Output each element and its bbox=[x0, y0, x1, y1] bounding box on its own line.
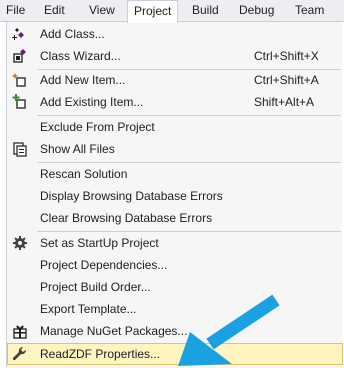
menu-item-label: Display Browsing Database Errors bbox=[40, 189, 223, 203]
annotation-arrow bbox=[178, 294, 280, 366]
menu-view[interactable]: View bbox=[83, 0, 121, 22]
add-class-icon bbox=[12, 28, 24, 40]
menu-item-label: Class Wizard... bbox=[40, 49, 121, 63]
menu-item-shortcut: Ctrl+Shift+X bbox=[254, 49, 319, 63]
wrench-icon bbox=[12, 346, 27, 361]
menu-item-label: Show All Files bbox=[40, 142, 115, 156]
menu-bar: File Edit View Project Build Debug Team bbox=[0, 0, 344, 23]
menu-item-label: Set as StartUp Project bbox=[40, 236, 159, 250]
menu-item-label: Rescan Solution bbox=[40, 167, 128, 181]
menu-item-label: Add Existing Item... bbox=[40, 95, 144, 109]
menu-item-label: Project Dependencies... bbox=[40, 258, 168, 272]
menu-item-label: Project Build Order... bbox=[40, 280, 151, 294]
menu-item-shortcut: Ctrl+Shift+A bbox=[254, 73, 319, 87]
menu-item-label: Exclude From Project bbox=[40, 120, 155, 134]
menu-item-label: Add Class... bbox=[40, 27, 105, 41]
add-new-item-icon bbox=[12, 73, 26, 87]
menu-item-label: Export Template... bbox=[40, 302, 137, 316]
menu-debug[interactable]: Debug bbox=[233, 0, 280, 22]
menu-item-set-startup-project[interactable]: Set as StartUp Project bbox=[7, 232, 343, 254]
menu-item-add-class[interactable]: Add Class... bbox=[7, 23, 343, 45]
menu-edit[interactable]: Edit bbox=[38, 0, 71, 22]
menu-team[interactable]: Team bbox=[289, 0, 330, 22]
menu-item-exclude-from-project[interactable]: Exclude From Project bbox=[7, 116, 343, 138]
menu-item-rescan-solution[interactable]: Rescan Solution bbox=[7, 163, 343, 185]
menu-item-add-existing-item[interactable]: Add Existing Item... Shift+Alt+A bbox=[7, 91, 343, 113]
menu-item-show-all-files[interactable]: Show All Files bbox=[7, 138, 343, 160]
menu-item-shortcut: Shift+Alt+A bbox=[254, 95, 315, 109]
menu-item-label: Manage NuGet Packages... bbox=[40, 324, 188, 338]
menu-item-project-dependencies[interactable]: Project Dependencies... bbox=[7, 254, 343, 276]
menu-item-class-wizard[interactable]: Class Wizard... Ctrl+Shift+X bbox=[7, 45, 343, 67]
show-all-files-icon bbox=[13, 142, 27, 157]
menu-file[interactable]: File bbox=[0, 0, 31, 22]
menu-item-label: ReadZDF Properties... bbox=[40, 347, 161, 361]
class-wizard-icon bbox=[13, 49, 26, 63]
nuget-package-icon bbox=[13, 325, 27, 339]
menu-item-add-new-item[interactable]: Add New Item... Ctrl+Shift+A bbox=[7, 69, 343, 91]
menu-project[interactable]: Project bbox=[127, 0, 179, 23]
add-existing-item-icon bbox=[12, 94, 26, 109]
menu-item-display-browsing-errors[interactable]: Display Browsing Database Errors bbox=[7, 185, 343, 207]
menu-item-label: Clear Browsing Database Errors bbox=[40, 211, 213, 225]
menu-item-label: Add New Item... bbox=[40, 73, 126, 87]
gear-icon bbox=[13, 236, 27, 250]
menu-build[interactable]: Build bbox=[186, 0, 225, 22]
menu-item-clear-browsing-errors[interactable]: Clear Browsing Database Errors bbox=[7, 207, 343, 229]
